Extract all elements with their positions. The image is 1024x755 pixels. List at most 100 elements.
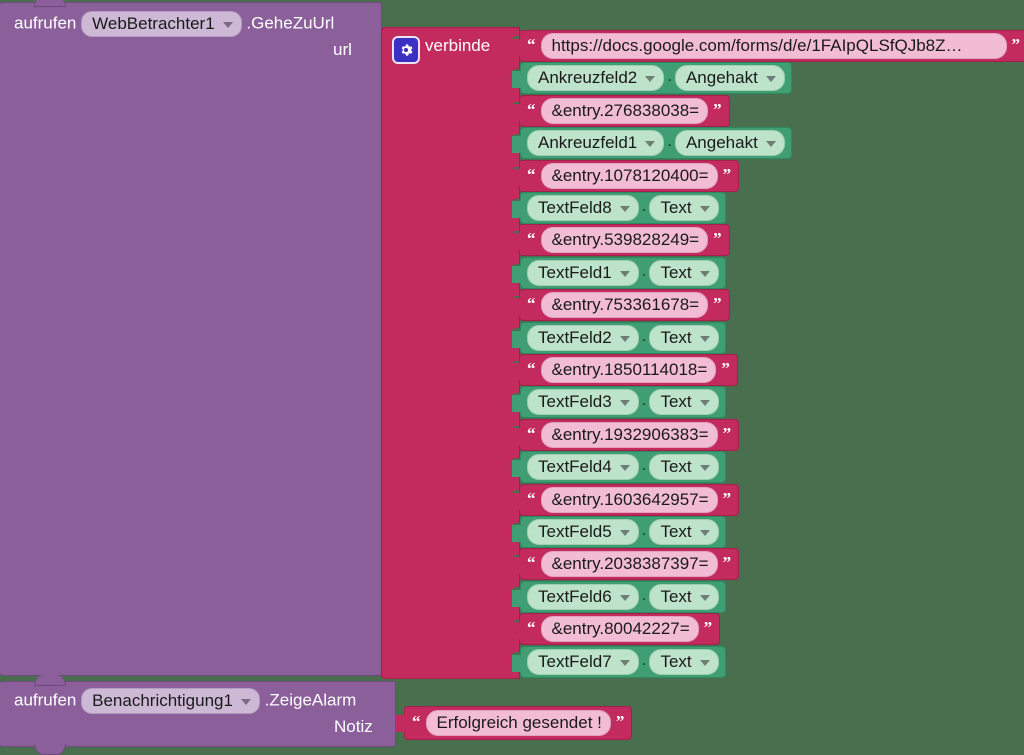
value-plug xyxy=(396,715,406,732)
component-getter-block[interactable]: TextFeld8. Text xyxy=(512,192,726,224)
component-dropdown[interactable]: TextFeld4 xyxy=(527,454,639,480)
join-block-spine xyxy=(381,27,407,679)
component-dropdown[interactable]: Ankreuzfeld1 xyxy=(527,130,665,156)
property-dropdown[interactable]: Text xyxy=(649,195,719,221)
close-quote-icon: ” xyxy=(713,293,722,313)
chevron-down-icon xyxy=(699,464,710,471)
component-getter-block[interactable]: TextFeld5. Text xyxy=(512,516,726,548)
component-dropdown[interactable]: Ankreuzfeld2 xyxy=(527,65,665,91)
property-dropdown[interactable]: Text xyxy=(649,519,719,545)
join-mutator-button[interactable] xyxy=(392,36,420,64)
property-name: Text xyxy=(660,652,692,671)
entry-text-field[interactable]: &entry.753361678= xyxy=(540,292,709,318)
value-plug xyxy=(511,233,521,250)
value-plug xyxy=(511,557,521,574)
blocks-canvas[interactable]: aufrufen WebBetrachter1 .GeheZuUrl url v… xyxy=(0,0,1024,755)
url-text-field[interactable]: https://docs.google.com/forms/d/e/1FAIpQ… xyxy=(540,33,1007,59)
component-getter-block[interactable]: TextFeld3. Text xyxy=(512,386,726,418)
call-keyword-label: aufrufen xyxy=(14,13,77,33)
property-name: Text xyxy=(660,392,692,411)
chevron-down-icon xyxy=(765,140,776,147)
chevron-down-icon xyxy=(619,335,630,342)
component-getter-block[interactable]: TextFeld4. Text xyxy=(512,451,726,483)
value-plug xyxy=(512,71,522,88)
dot-separator: . xyxy=(641,519,647,539)
component-name: Ankreuzfeld2 xyxy=(538,68,638,87)
component-name: TextFeld5 xyxy=(538,522,612,541)
entry-text-block[interactable]: “&entry.1850114018=” xyxy=(511,354,738,386)
component-dropdown[interactable]: TextFeld3 xyxy=(527,389,639,415)
notifier-component-name: Benachrichtigung1 xyxy=(92,691,233,710)
property-dropdown[interactable]: Text xyxy=(649,454,719,480)
entry-text-field[interactable]: &entry.539828249= xyxy=(540,227,709,253)
component-getter-block[interactable]: TextFeld1. Text xyxy=(512,257,726,289)
component-name: TextFeld4 xyxy=(538,457,612,476)
message-text-field[interactable]: Erfolgreich gesendet ! xyxy=(425,710,611,736)
chevron-down-icon xyxy=(619,464,630,471)
property-dropdown[interactable]: Text xyxy=(649,584,719,610)
entry-text-block[interactable]: “&entry.276838038=” xyxy=(511,95,730,127)
entry-text-field[interactable]: &entry.1850114018= xyxy=(540,357,717,383)
entry-text-field[interactable]: &entry.1078120400= xyxy=(540,163,718,189)
entry-text-field[interactable]: &entry.80042227= xyxy=(540,616,699,642)
component-dropdown[interactable]: TextFeld1 xyxy=(527,260,639,286)
entry-text-field[interactable]: &entry.2038387397= xyxy=(540,551,718,577)
value-plug xyxy=(512,655,522,672)
webviewer-component-dropdown[interactable]: WebBetrachter1 xyxy=(81,11,242,37)
property-dropdown[interactable]: Text xyxy=(649,389,719,415)
call-notifier-show-alert-block[interactable]: aufrufen Benachrichtigung1 .ZeigeAlarm N… xyxy=(0,681,396,755)
chevron-down-icon xyxy=(222,21,233,28)
gear-icon xyxy=(401,44,413,56)
notifier-component-dropdown[interactable]: Benachrichtigung1 xyxy=(81,688,260,714)
property-dropdown[interactable]: Angehakt xyxy=(674,65,785,91)
open-quote-icon: “ xyxy=(527,99,536,119)
call-webviewer-goto-url-block[interactable]: aufrufen WebBetrachter1 .GeheZuUrl url xyxy=(0,2,382,676)
url-text-block[interactable]: “https://docs.google.com/forms/d/e/1FAIp… xyxy=(511,30,1024,62)
call-webviewer-header-row: aufrufen WebBetrachter1 .GeheZuUrl xyxy=(14,11,334,37)
entry-text-field[interactable]: &entry.1932906383= xyxy=(540,422,718,448)
component-getter-block[interactable]: Ankreuzfeld2. Angehakt xyxy=(512,62,792,94)
entry-text-block[interactable]: “&entry.1603642957=” xyxy=(511,484,740,516)
entry-text-block[interactable]: “&entry.80042227=” xyxy=(511,613,721,645)
component-getter-block[interactable]: TextFeld7. Text xyxy=(512,646,726,678)
component-getter-block[interactable]: TextFeld2. Text xyxy=(512,322,726,354)
chevron-down-icon xyxy=(645,75,656,82)
entry-text-block[interactable]: “&entry.539828249=” xyxy=(511,224,730,256)
value-plug xyxy=(512,201,522,218)
component-name: TextFeld6 xyxy=(538,587,612,606)
component-name: TextFeld7 xyxy=(538,652,612,671)
entry-text-field[interactable]: &entry.1603642957= xyxy=(540,487,718,513)
entry-text-field[interactable]: &entry.276838038= xyxy=(540,98,709,124)
open-quote-icon: “ xyxy=(527,552,536,572)
component-dropdown[interactable]: TextFeld8 xyxy=(527,195,639,221)
component-name: TextFeld8 xyxy=(538,198,612,217)
notifier-message-text-block[interactable]: “ Erfolgreich gesendet ! ” xyxy=(396,706,633,740)
chevron-down-icon xyxy=(619,399,630,406)
component-name: TextFeld2 xyxy=(538,328,612,347)
property-dropdown[interactable]: Angehakt xyxy=(674,130,785,156)
component-dropdown[interactable]: TextFeld7 xyxy=(527,649,639,675)
component-dropdown[interactable]: TextFeld6 xyxy=(527,584,639,610)
entry-text-block[interactable]: “&entry.2038387397=” xyxy=(511,548,740,580)
property-dropdown[interactable]: Text xyxy=(649,260,719,286)
property-name: Text xyxy=(660,522,692,541)
entry-text-block[interactable]: “&entry.1078120400=” xyxy=(511,160,740,192)
entry-text-block[interactable]: “&entry.753361678=” xyxy=(511,289,730,321)
component-getter-block[interactable]: TextFeld6. Text xyxy=(512,581,726,613)
notice-socket-hole xyxy=(386,713,395,731)
property-name: Text xyxy=(660,198,692,217)
entry-text-block[interactable]: “&entry.1932906383=” xyxy=(511,419,740,451)
component-dropdown[interactable]: TextFeld5 xyxy=(527,519,639,545)
value-plug xyxy=(511,428,521,445)
close-quote-icon: ” xyxy=(722,552,732,572)
open-quote-icon: “ xyxy=(412,711,421,731)
chevron-down-icon xyxy=(619,270,630,277)
chevron-down-icon xyxy=(765,75,776,82)
component-name: Ankreuzfeld1 xyxy=(538,133,638,152)
property-name: Text xyxy=(660,263,692,282)
property-dropdown[interactable]: Text xyxy=(649,649,719,675)
value-plug xyxy=(511,39,521,56)
component-dropdown[interactable]: TextFeld2 xyxy=(527,325,639,351)
component-getter-block[interactable]: Ankreuzfeld1. Angehakt xyxy=(512,127,792,159)
property-dropdown[interactable]: Text xyxy=(649,325,719,351)
